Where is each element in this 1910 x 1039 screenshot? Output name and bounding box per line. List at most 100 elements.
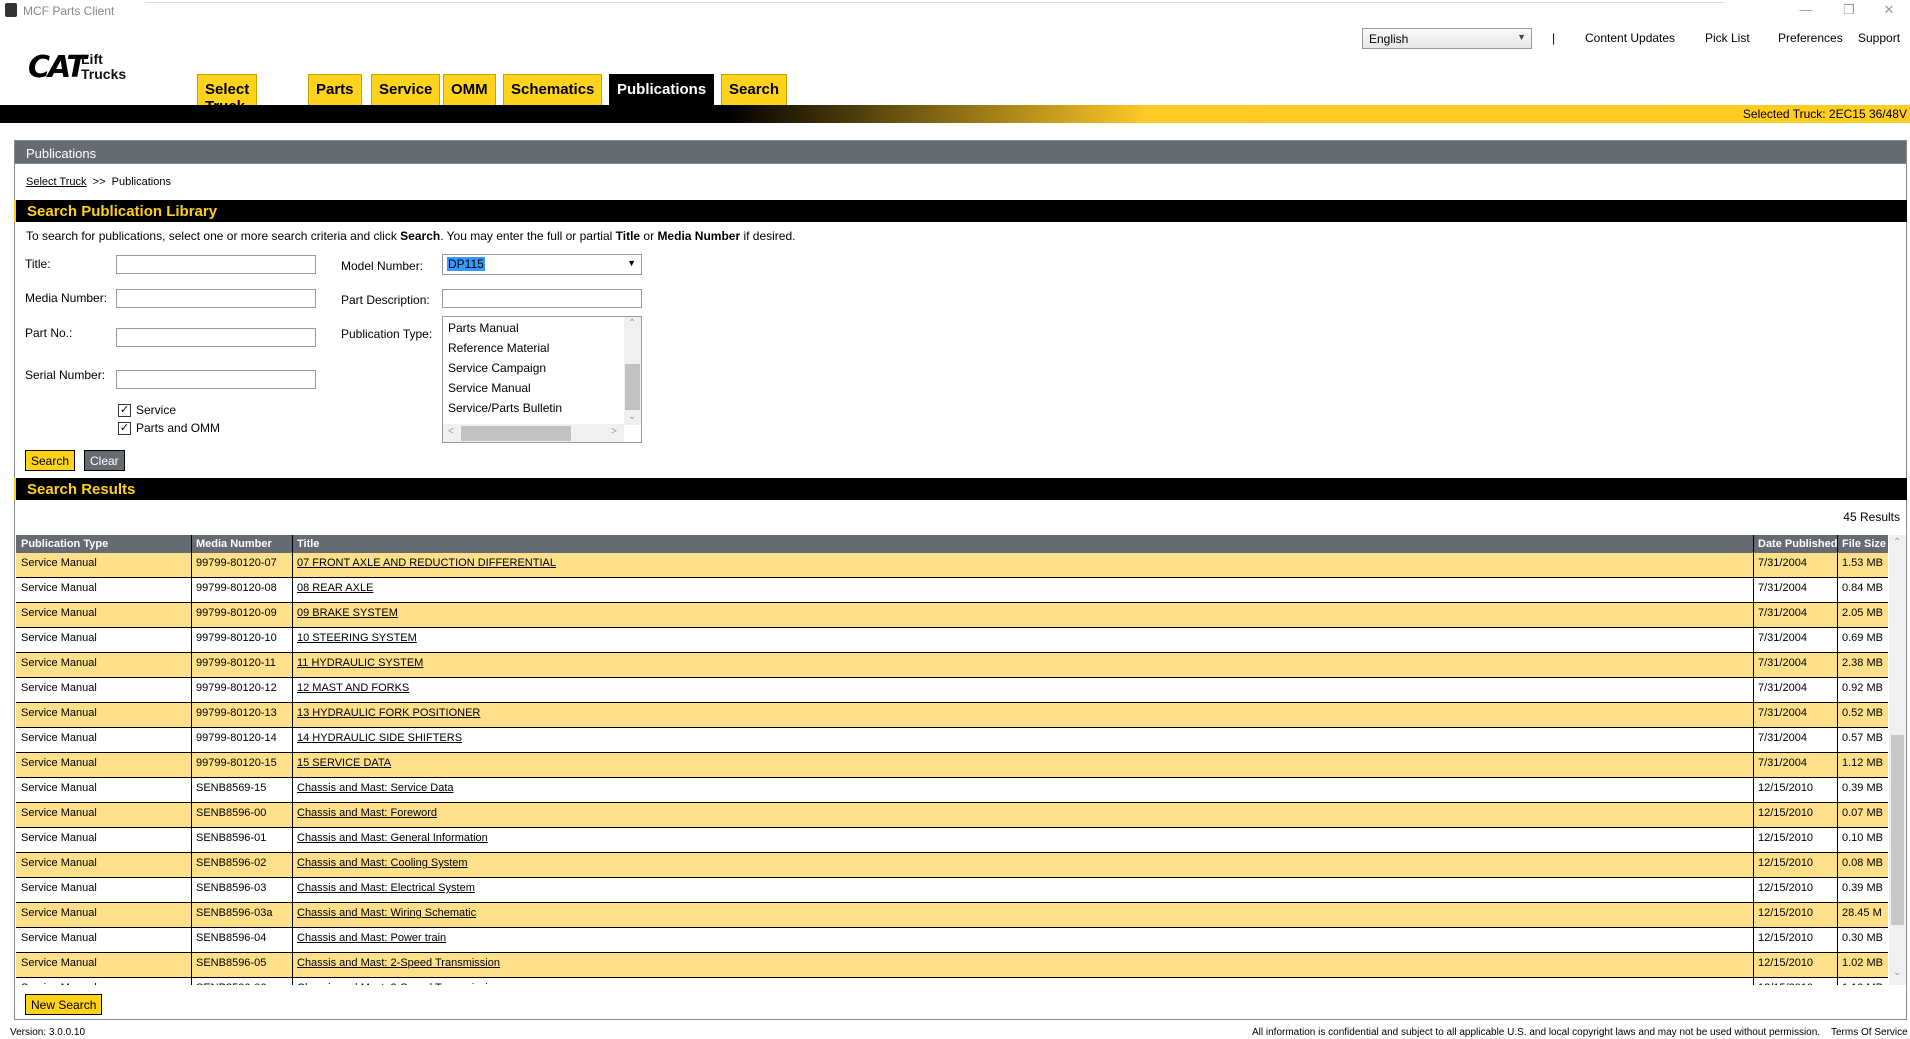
minimize-button[interactable]: —	[1783, 2, 1829, 17]
table-row[interactable]: Service Manual SENB8596-06 Chassis and Mas…	[16, 978, 1888, 985]
pick-list-link[interactable]: Pick List	[1705, 31, 1750, 45]
table-row[interactable]: Service Manual 99799-80120-10 10 STEERING …	[16, 628, 1888, 653]
preferences-link[interactable]: Preferences	[1778, 31, 1843, 45]
scroll-left-icon[interactable]: <	[448, 426, 454, 437]
cell-title[interactable]: 11 HYDRAULIC SYSTEM	[297, 657, 423, 669]
table-row[interactable]: Service Manual 99799-80120-14 14 HYDRAULIC…	[16, 728, 1888, 753]
scroll-right-icon[interactable]: >	[611, 426, 617, 437]
tab-service[interactable]: Service	[371, 74, 441, 106]
tab-parts[interactable]: Parts	[308, 74, 362, 106]
cell-title[interactable]: 09 BRAKE SYSTEM	[297, 607, 398, 619]
table-row[interactable]: Service Manual SENB8569-15 Chassis and Mas…	[16, 778, 1888, 803]
pubtype-option[interactable]: Service Manual	[448, 381, 531, 395]
cell-title[interactable]: Chassis and Mast: Power train	[297, 932, 446, 944]
cell-publication-type: Service Manual	[21, 932, 97, 944]
listbox-horizontal-scrollbar[interactable]: < >	[443, 424, 624, 442]
scrollbar-thumb[interactable]	[625, 364, 640, 410]
table-row[interactable]: Service Manual SENB8596-05 Chassis and Mas…	[16, 953, 1888, 978]
service-checkbox[interactable]: ✓	[118, 404, 131, 417]
cell-title[interactable]: 12 MAST AND FORKS	[297, 682, 409, 694]
tab-schematics[interactable]: Schematics	[503, 74, 603, 106]
cell-title[interactable]: Chassis and Mast: General Information	[297, 832, 488, 844]
cell-title[interactable]: 15 SERVICE DATA	[297, 757, 391, 769]
footer: Version: 3.0.0.10 All information is con…	[0, 1024, 1910, 1039]
content-updates-link[interactable]: Content Updates	[1585, 31, 1675, 45]
table-row[interactable]: Service Manual 99799-80120-09 09 BRAKE SYS…	[16, 603, 1888, 628]
chevron-down-icon: ▼	[1517, 32, 1526, 42]
cell-media-number: 99799-80120-12	[196, 682, 277, 694]
cell-title[interactable]: 14 HYDRAULIC SIDE SHIFTERS	[297, 732, 462, 744]
model-number-select[interactable]: DP115 ▼	[442, 254, 642, 275]
cell-title[interactable]: 07 FRONT AXLE AND REDUCTION DIFFERENTIAL	[297, 557, 556, 569]
listbox-vertical-scrollbar[interactable]: ⌃ ⌄	[624, 317, 641, 425]
table-row[interactable]: Service Manual SENB8596-01 Chassis and Mas…	[16, 828, 1888, 853]
scrollbar-thumb[interactable]	[461, 426, 571, 441]
table-row[interactable]: Service Manual SENB8596-02 Chassis and Mas…	[16, 853, 1888, 878]
table-row[interactable]: Service Manual SENB8596-03 Chassis and Mas…	[16, 878, 1888, 903]
cell-file-size: 0.30 MB	[1842, 932, 1883, 944]
breadcrumb-select-truck[interactable]: Select Truck	[26, 176, 87, 188]
support-link[interactable]: Support	[1858, 31, 1900, 45]
scroll-up-icon[interactable]: ⌃	[1893, 537, 1901, 548]
pubtype-option[interactable]: Reference Material	[448, 341, 549, 355]
results-count: 45 Results	[1843, 510, 1900, 524]
col-date-published[interactable]: Date Published	[1758, 538, 1837, 550]
pubtype-option[interactable]: Parts Manual	[448, 321, 519, 335]
parts-omm-checkbox[interactable]: ✓	[118, 422, 131, 435]
cell-title[interactable]: Chassis and Mast: Wiring Schematic	[297, 907, 476, 919]
part-number-input[interactable]	[116, 328, 316, 347]
language-select[interactable]: English ▼	[1362, 28, 1532, 49]
table-row[interactable]: Service Manual SENB8596-03a Chassis and Ma…	[16, 903, 1888, 928]
results-scrollbar[interactable]: ⌃ ⌄	[1889, 535, 1906, 985]
table-row[interactable]: Service Manual SENB8596-04 Chassis and Mas…	[16, 928, 1888, 953]
tab-select-truck[interactable]: Select Truck	[197, 74, 258, 115]
col-title[interactable]: Title	[297, 538, 319, 550]
publication-type-list[interactable]: Parts Manual Reference Material Service …	[442, 316, 642, 443]
scrollbar-thumb[interactable]	[1891, 735, 1904, 925]
part-description-input[interactable]	[442, 289, 642, 308]
cell-title[interactable]: Chassis and Mast: Electrical System	[297, 882, 475, 894]
title-input[interactable]	[116, 255, 316, 274]
table-row[interactable]: Service Manual 99799-80120-08 08 REAR AXLE…	[16, 578, 1888, 603]
tab-omm[interactable]: OMM	[443, 74, 496, 106]
pubtype-option[interactable]: Service/Parts Bulletin	[448, 401, 562, 415]
scroll-down-icon[interactable]: ⌄	[1893, 967, 1901, 978]
tab-search[interactable]: Search	[721, 74, 788, 106]
col-publication-type[interactable]: Publication Type	[21, 538, 108, 550]
media-number-input[interactable]	[116, 289, 316, 308]
table-row[interactable]: Service Manual 99799-80120-12 12 MAST AND …	[16, 678, 1888, 703]
col-media-number[interactable]: Media Number	[196, 538, 272, 550]
terms-of-service-link[interactable]: Terms Of Service	[1831, 1027, 1908, 1038]
cell-title[interactable]: Chassis and Mast: Foreword	[297, 807, 437, 819]
table-row[interactable]: Service Manual 99799-80120-07 07 FRONT AXL…	[16, 553, 1888, 578]
close-button[interactable]: ✕	[1866, 2, 1910, 18]
cell-title[interactable]: Chassis and Mast: Cooling System	[297, 857, 468, 869]
part-description-label: Part Description:	[341, 293, 430, 307]
pubtype-option[interactable]: Service Campaign	[448, 361, 546, 375]
logo-brand: CAT	[28, 50, 87, 85]
cell-title[interactable]: Chassis and Mast: 3-Speed Transmission	[297, 982, 500, 985]
cell-title[interactable]: Chassis and Mast: Service Data	[297, 782, 454, 794]
table-row[interactable]: Service Manual 99799-80120-15 15 SERVICE D…	[16, 753, 1888, 778]
cell-title[interactable]: 10 STEERING SYSTEM	[297, 632, 417, 644]
table-row[interactable]: Service Manual 99799-80120-11 11 HYDRAULIC…	[16, 653, 1888, 678]
serial-number-input[interactable]	[116, 370, 316, 389]
cell-date-published: 12/15/2010	[1758, 932, 1814, 944]
table-row[interactable]: Service Manual 99799-80120-13 13 HYDRAULIC…	[16, 703, 1888, 728]
scroll-down-icon[interactable]: ⌄	[628, 411, 636, 422]
cell-media-number: SENB8596-05	[196, 957, 267, 969]
scroll-up-icon[interactable]: ⌃	[628, 318, 636, 329]
clear-button[interactable]: Clear	[84, 450, 125, 471]
cell-title[interactable]: 08 REAR AXLE	[297, 582, 373, 594]
table-row[interactable]: Service Manual SENB8596-00 Chassis and Mas…	[16, 803, 1888, 828]
cell-media-number: SENB8596-06	[196, 982, 266, 985]
search-button[interactable]: Search	[25, 450, 76, 471]
col-file-size[interactable]: File Size	[1842, 538, 1886, 550]
cell-title[interactable]: Chassis and Mast: 2-Speed Transmission	[297, 957, 500, 969]
cell-title[interactable]: 13 HYDRAULIC FORK POSITIONER	[297, 707, 480, 719]
chevron-down-icon: ▼	[627, 258, 636, 268]
tab-publications[interactable]: Publications	[609, 74, 715, 106]
new-search-button[interactable]: New Search	[25, 994, 103, 1015]
cell-media-number: SENB8596-02	[196, 857, 267, 869]
cat-lift-trucks-logo: CAT Lift Trucks	[28, 50, 128, 86]
